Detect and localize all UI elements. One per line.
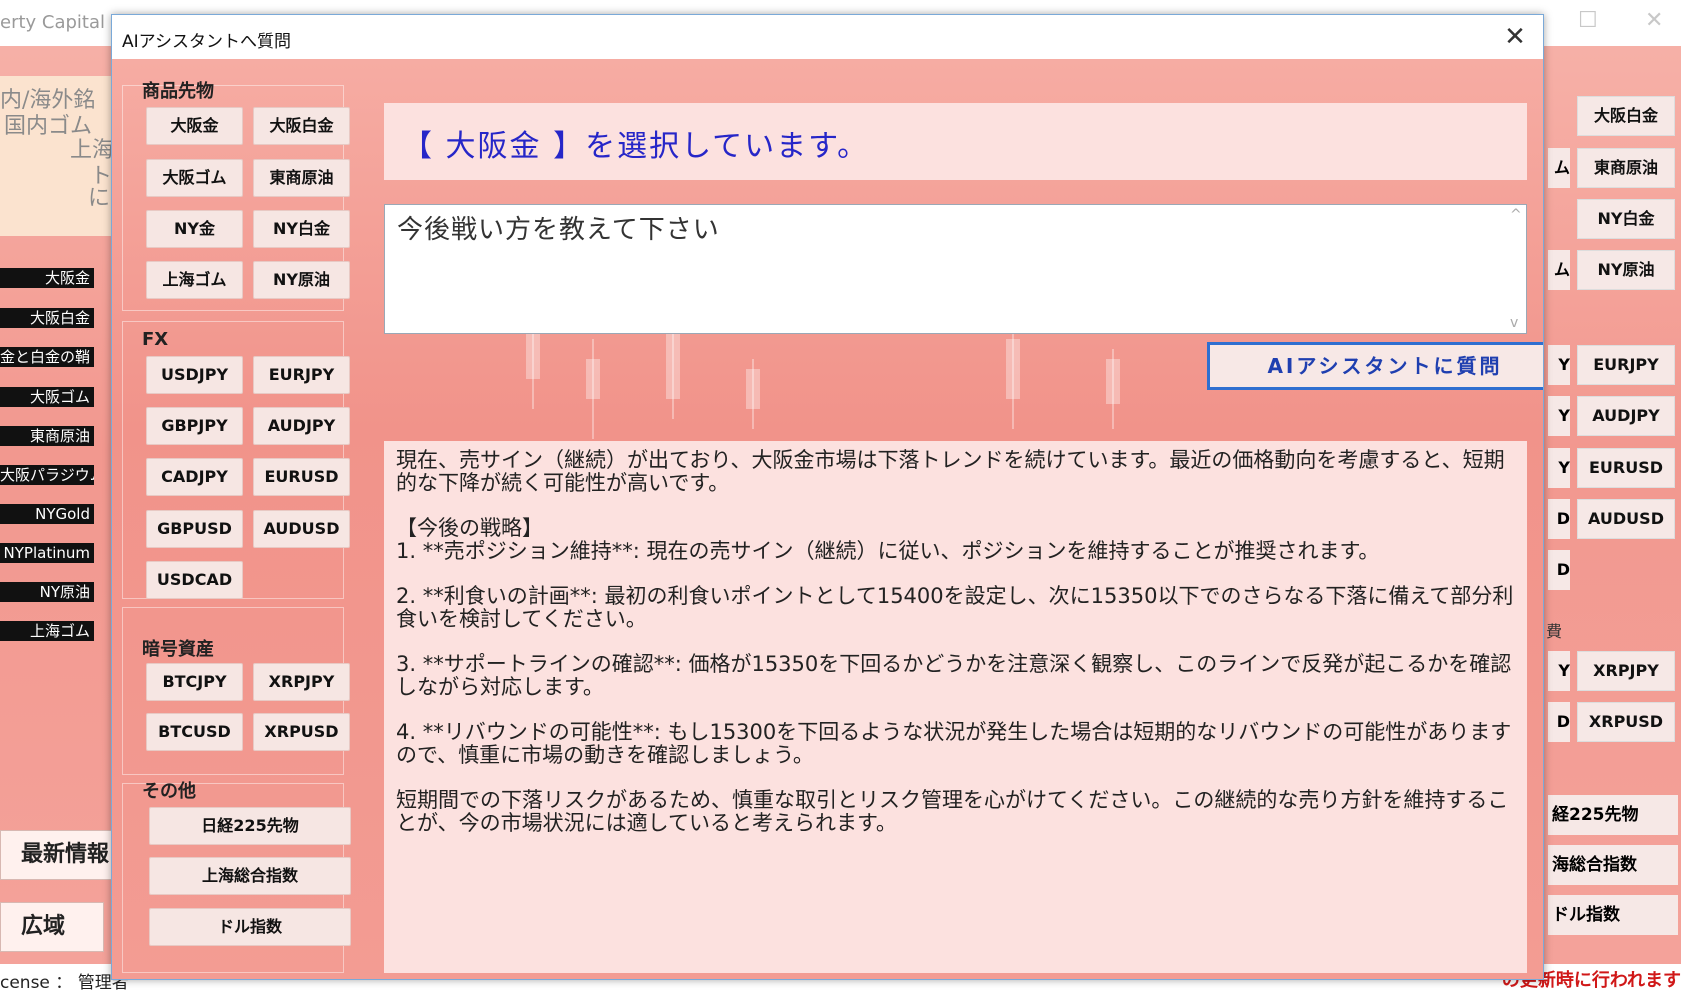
bg-right-button[interactable]: EURJPY — [1577, 345, 1675, 385]
answer-paragraph: 現在、売サイン（継続）が出ており、大阪金市場は下落トレンドを続けています。最近の… — [396, 448, 1505, 495]
bg-wide-area-button[interactable]: 広域 — [0, 902, 104, 952]
gbpjpy-button[interactable]: GBPJPY — [146, 407, 243, 445]
dollar-index-button[interactable]: ドル指数 — [149, 908, 351, 946]
dialog-titlebar: AIアシスタントへ質問 ✕ — [112, 15, 1543, 59]
answer-paragraph: 4. **リバウンドの可能性**: もし15300を下回るような状況が発生した場… — [396, 720, 1512, 767]
ny-platinum-button[interactable]: NY白金 — [253, 210, 350, 248]
bg-right-button[interactable]: XRPJPY — [1577, 651, 1675, 691]
bg-right-partial[interactable]: Y — [1548, 345, 1570, 385]
bg-info-panel: 内/海外銘 国内ゴム 上海 ト に — [0, 76, 112, 236]
scroll-up-icon[interactable]: ^ — [1510, 207, 1522, 223]
bg-right-button[interactable]: AUDUSD — [1577, 499, 1675, 539]
question-input[interactable]: 今後戦い方を教えて下さい — [384, 204, 1527, 334]
decor-candle — [666, 329, 680, 399]
ai-assistant-dialog: AIアシスタントへ質問 ✕ 商品先物 大阪金 大阪白金 大阪ゴム 東商原油 NY… — [111, 14, 1544, 980]
bg-right-button[interactable]: NY原油 — [1577, 250, 1675, 290]
bg-list-item[interactable]: 大阪パラジウム — [0, 465, 94, 485]
selected-instrument-text: 【 大阪金 】を選択しています。 — [402, 129, 870, 164]
ny-crude-button[interactable]: NY原油 — [253, 261, 350, 299]
bg-list-item[interactable]: 金と白金の鞘 — [0, 347, 94, 367]
osaka-platinum-button[interactable]: 大阪白金 — [253, 107, 350, 145]
bg-close-icon[interactable]: ✕ — [1645, 8, 1663, 33]
bg-right-button[interactable]: 東商原油 — [1577, 148, 1675, 188]
ny-gold-button[interactable]: NY金 — [146, 210, 243, 248]
bg-list-item[interactable]: 大阪白金 — [0, 308, 94, 328]
bg-list-item[interactable]: NYGold — [0, 504, 94, 524]
answer-paragraph: 短期間での下落リスクがあるため、慎重な取引とリスク管理を心がけてください。この継… — [396, 788, 1509, 835]
bg-list-item[interactable]: 大阪ゴム — [0, 387, 94, 407]
bg-right-partial[interactable]: ム — [1548, 250, 1570, 290]
dialog-title: AIアシスタントへ質問 — [122, 32, 291, 52]
bg-right-partial[interactable]: D — [1548, 550, 1570, 590]
bg-license-text: cense ： 管理者 — [0, 973, 129, 993]
xrpjpy-button[interactable]: XRPJPY — [253, 663, 350, 701]
btcjpy-button[interactable]: BTCJPY — [146, 663, 243, 701]
bg-right-wide-button[interactable]: 経225先物 — [1548, 795, 1678, 835]
audjpy-button[interactable]: AUDJPY — [253, 407, 350, 445]
answer-paragraph: 2. **利食いの計画**: 最初の利食いポイントとして15400を設定し、次に… — [396, 584, 1514, 631]
other-label: その他 — [142, 781, 196, 802]
bg-list-item[interactable]: 上海ゴム — [0, 621, 94, 641]
bg-list-item[interactable]: NYPlatinum — [0, 543, 94, 563]
btcusd-button[interactable]: BTCUSD — [146, 713, 243, 751]
bg-right-button[interactable]: NY白金 — [1577, 199, 1675, 239]
bg-right-wide-button[interactable]: 海総合指数 — [1548, 845, 1678, 885]
tocom-crude-button[interactable]: 東商原油 — [253, 159, 350, 197]
audusd-button[interactable]: AUDUSD — [253, 510, 350, 548]
bg-maximize-icon[interactable]: ☐ — [1578, 8, 1598, 33]
bg-right-wide-button[interactable]: ドル指数 — [1548, 895, 1678, 935]
gbpusd-button[interactable]: GBPUSD — [146, 510, 243, 548]
bg-right-partial[interactable]: Y — [1548, 396, 1570, 436]
usdcad-button[interactable]: USDCAD — [146, 561, 243, 599]
bg-window-title: erty Capital W — [0, 12, 129, 33]
decor-candle — [1106, 359, 1120, 404]
question-scrollbar[interactable]: ^ v — [1508, 205, 1526, 333]
eurusd-button[interactable]: EURUSD — [253, 458, 350, 496]
selected-instrument-panel: 【 大阪金 】を選択しています。 — [384, 103, 1527, 180]
ask-ai-assistant-button[interactable]: AIアシスタントに質問 — [1207, 342, 1543, 390]
shanghai-composite-button[interactable]: 上海総合指数 — [149, 857, 351, 895]
bg-right-button[interactable]: 大阪白金 — [1577, 96, 1675, 136]
decor-candle — [746, 369, 760, 409]
xrpusd-button[interactable]: XRPUSD — [253, 713, 350, 751]
bg-right-label: 費 — [1546, 622, 1563, 641]
bg-right-partial[interactable]: D — [1548, 702, 1570, 742]
bg-list-item[interactable]: NY原油 — [0, 582, 94, 602]
commodities-label: 商品先物 — [142, 81, 214, 102]
bg-right-button[interactable]: EURUSD — [1577, 448, 1675, 488]
bg-latest-info-button[interactable]: 最新情報 — [0, 830, 112, 880]
bg-right-button[interactable]: XRPUSD — [1577, 702, 1675, 742]
answer-paragraph: 【今後の戦略】 1. **売ポジション維持**: 現在の売サイン（継続）に従い、… — [396, 516, 1380, 563]
close-icon[interactable]: ✕ — [1499, 21, 1531, 53]
answer-paragraph: 3. **サポートラインの確認**: 価格が15350を下回るかどうかを注意深く… — [396, 652, 1512, 699]
scroll-down-icon[interactable]: v — [1510, 315, 1518, 331]
bg-right-partial[interactable]: D — [1548, 499, 1570, 539]
crypto-label: 暗号資産 — [142, 639, 214, 660]
bg-right-button[interactable]: AUDJPY — [1577, 396, 1675, 436]
osaka-rubber-button[interactable]: 大阪ゴム — [146, 159, 243, 197]
fx-label: FX — [142, 329, 169, 350]
nikkei225-futures-button[interactable]: 日経225先物 — [149, 807, 351, 845]
usdjpy-button[interactable]: USDJPY — [146, 356, 243, 394]
decor-candle — [586, 359, 600, 399]
osaka-gold-button[interactable]: 大阪金 — [146, 107, 243, 145]
bg-right-partial[interactable]: Y — [1548, 448, 1570, 488]
decor-candle — [1006, 339, 1020, 399]
cadjpy-button[interactable]: CADJPY — [146, 458, 243, 496]
bg-info-line: に — [88, 186, 111, 211]
bg-list-item[interactable]: 東商原油 — [0, 426, 94, 446]
eurjpy-button[interactable]: EURJPY — [253, 356, 350, 394]
bg-list-item[interactable]: 大阪金 — [0, 268, 94, 288]
answer-panel: 現在、売サイン（継続）が出ており、大阪金市場は下落トレンドを続けています。最近の… — [384, 441, 1527, 973]
shanghai-rubber-button[interactable]: 上海ゴム — [146, 261, 243, 299]
bg-right-partial[interactable]: Y — [1548, 651, 1570, 691]
bg-right-partial[interactable]: ム — [1548, 148, 1570, 188]
dialog-body: 商品先物 大阪金 大阪白金 大阪ゴム 東商原油 NY金 NY白金 上海ゴム NY… — [112, 59, 1543, 979]
